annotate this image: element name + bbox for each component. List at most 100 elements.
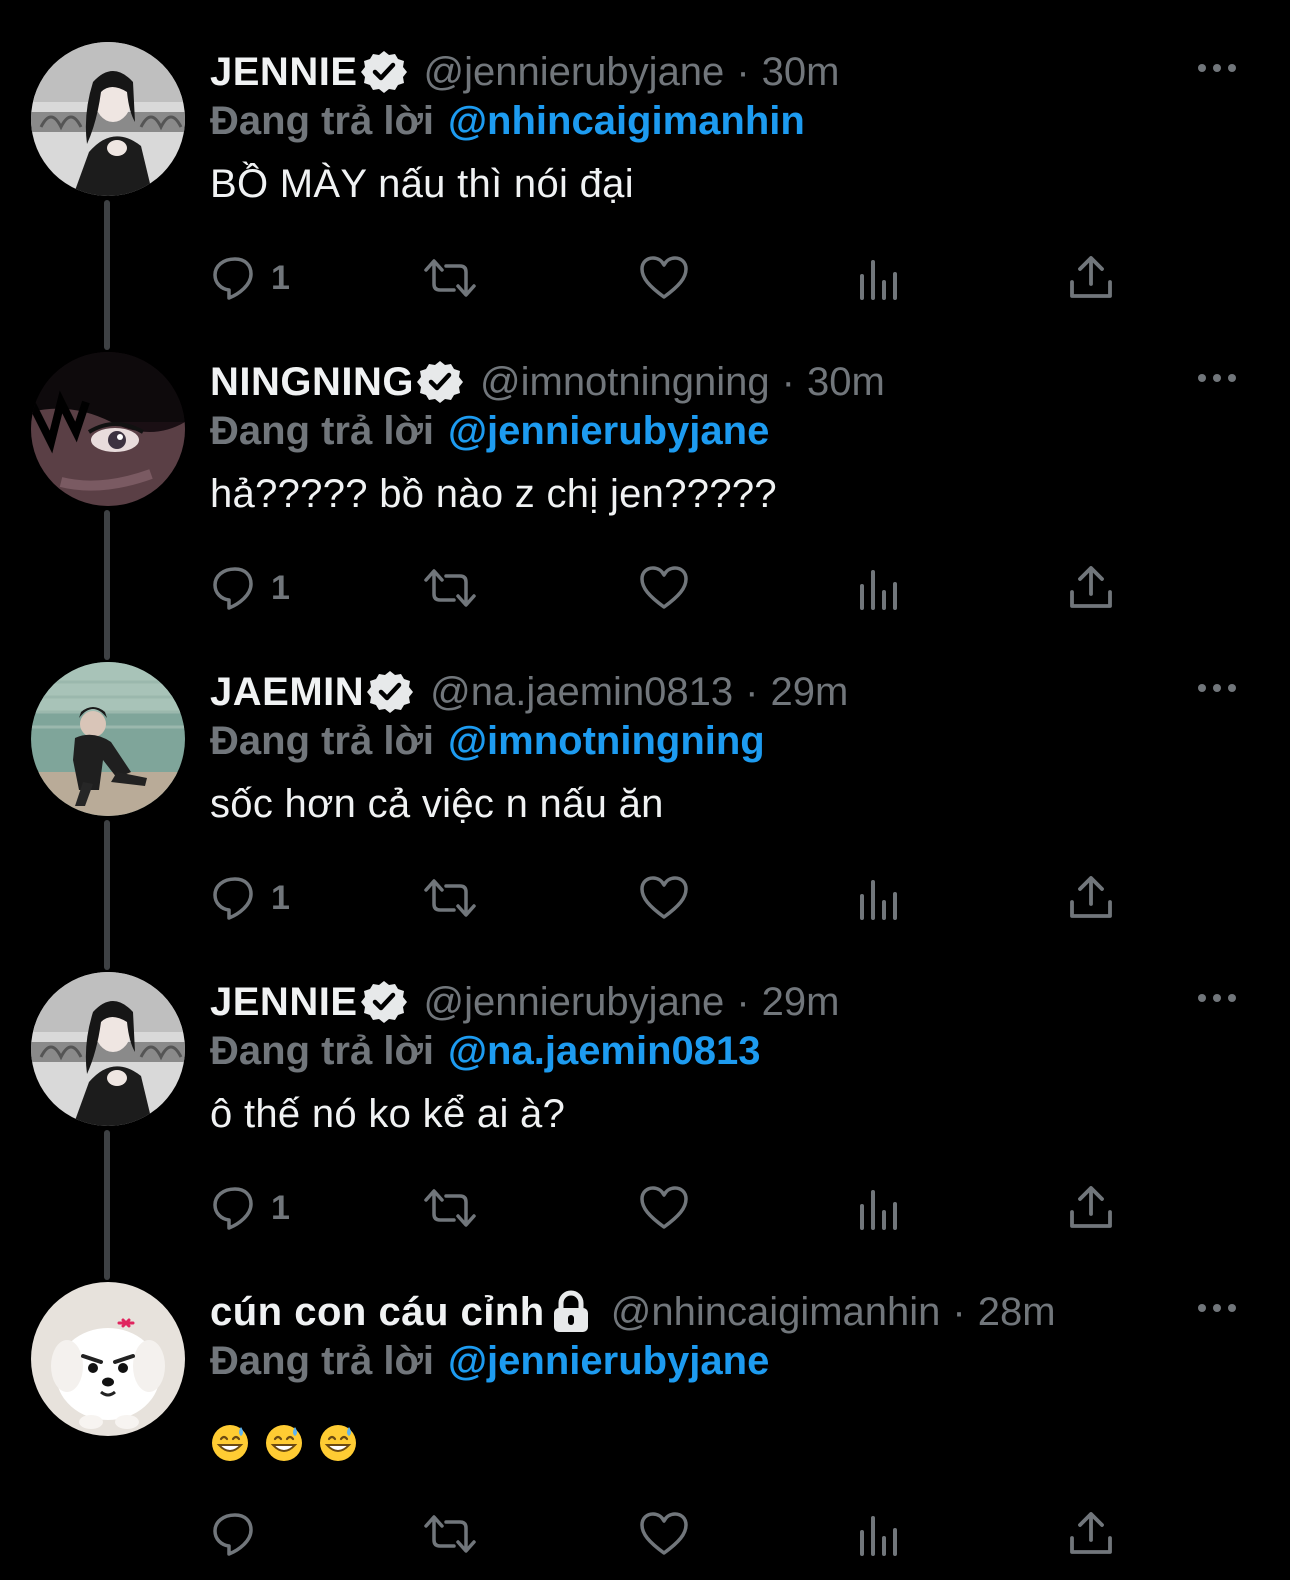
more-horizontal-icon[interactable]: [1196, 58, 1238, 78]
replying-to: Đang trả lời @imnotningning: [210, 716, 765, 766]
like-button[interactable]: [639, 1180, 689, 1236]
verified-badge-icon: [360, 51, 407, 93]
avatar-jennie[interactable]: [31, 972, 185, 1126]
user-handle[interactable]: @nhincaigimanhin: [611, 1290, 941, 1335]
reply-icon: [213, 257, 253, 300]
share-button[interactable]: [1068, 1506, 1114, 1562]
views-icon: [860, 1516, 897, 1556]
heart-icon: [640, 1186, 688, 1229]
views-button[interactable]: [856, 560, 900, 616]
user-handle[interactable]: @jennierubyjane: [424, 50, 725, 95]
more-horizontal-icon[interactable]: [1196, 368, 1238, 388]
tweet-actions: 1: [0, 870, 1290, 926]
timestamp[interactable]: 30m: [807, 360, 885, 405]
heart-icon: [640, 256, 688, 299]
reply-button[interactable]: 1: [211, 1180, 290, 1236]
tweet-header: NINGNING @imnotningning · 30m: [210, 356, 885, 408]
retweet-button[interactable]: [422, 560, 478, 616]
retweet-button[interactable]: [422, 250, 478, 306]
share-icon: [1070, 1186, 1112, 1228]
lock-icon: [553, 1290, 588, 1332]
timestamp[interactable]: 30m: [762, 50, 840, 95]
tweet-jaemin[interactable]: JAEMIN @na.jaemin0813 · 29m Đang trả lời…: [0, 620, 1290, 970]
grinning-sweat-emoji: [320, 1425, 356, 1461]
share-button[interactable]: [1068, 250, 1114, 306]
tweet-header: cún con cáu cỉnh @nhincaigimanhin · 28m: [210, 1286, 1056, 1338]
display-name[interactable]: JENNIE: [210, 50, 358, 95]
retweet-button[interactable]: [422, 1506, 478, 1562]
user-handle[interactable]: @imnotningning: [480, 360, 770, 405]
views-icon: [860, 570, 897, 610]
avatar-ningning[interactable]: [31, 352, 185, 506]
replying-to-handle[interactable]: @imnotningning: [448, 719, 765, 764]
reply-button[interactable]: [211, 1506, 259, 1562]
reply-button[interactable]: 1: [211, 560, 290, 616]
replying-to: Đang trả lời @jennierubyjane: [210, 1336, 769, 1386]
retweet-button[interactable]: [422, 1180, 478, 1236]
reply-button[interactable]: 1: [211, 870, 290, 926]
display-name[interactable]: JAEMIN: [210, 670, 364, 715]
user-handle[interactable]: @na.jaemin0813: [430, 670, 733, 715]
reply-count: 1: [271, 258, 290, 297]
timestamp[interactable]: 29m: [771, 670, 849, 715]
reply-count: 1: [271, 1188, 290, 1227]
share-icon: [1070, 876, 1112, 918]
replying-to-handle[interactable]: @nhincaigimanhin: [448, 99, 805, 144]
views-button[interactable]: [856, 250, 900, 306]
grinning-sweat-emoji: [212, 1425, 248, 1461]
share-button[interactable]: [1068, 870, 1114, 926]
verified-badge-icon: [360, 981, 407, 1023]
replying-to: Đang trả lời @na.jaemin0813: [210, 1026, 761, 1076]
timestamp[interactable]: 28m: [978, 1290, 1056, 1335]
share-icon: [1070, 566, 1112, 608]
avatar-jaemin[interactable]: [31, 662, 185, 816]
display-name[interactable]: cún con cáu cỉnh: [210, 1290, 545, 1335]
avatar-jennie[interactable]: [31, 42, 185, 196]
more-horizontal-icon[interactable]: [1196, 1298, 1238, 1318]
share-button[interactable]: [1068, 1180, 1114, 1236]
reply-icon: [213, 1513, 253, 1556]
tweet-jennie-2[interactable]: JENNIE @jennierubyjane · 29m Đang trả lờ…: [0, 930, 1290, 1280]
replying-to-label: Đang trả lời: [210, 408, 435, 453]
verified-badge-icon: [417, 361, 463, 403]
replying-to-handle[interactable]: @jennierubyjane: [448, 409, 769, 454]
display-name[interactable]: NINGNING: [210, 360, 414, 405]
tweet-ningning[interactable]: NINGNING @imnotningning · 30m Đang trả l…: [0, 310, 1290, 660]
views-button[interactable]: [856, 1180, 900, 1236]
more-horizontal-icon[interactable]: [1196, 678, 1238, 698]
tweet-header: JENNIE @jennierubyjane · 29m: [210, 976, 839, 1028]
separator-dot: ·: [745, 669, 759, 714]
replying-to: Đang trả lời @nhincaigimanhin: [210, 96, 805, 146]
timestamp[interactable]: 29m: [762, 980, 840, 1025]
like-button[interactable]: [639, 870, 689, 926]
like-button[interactable]: [639, 560, 689, 616]
views-button[interactable]: [856, 870, 900, 926]
retweet-icon: [424, 259, 476, 297]
display-name[interactable]: JENNIE: [210, 980, 358, 1025]
reply-thread: JENNIE @jennierubyjane · 30m Đang trả lờ…: [0, 0, 1290, 1580]
heart-icon: [640, 566, 688, 609]
tweet-text: BỒ MÀY nấu thì nói đại: [210, 162, 634, 206]
replying-to-label: Đang trả lời: [210, 98, 435, 143]
like-button[interactable]: [639, 250, 689, 306]
views-icon: [860, 880, 897, 920]
tweet-jennie-1[interactable]: JENNIE @jennierubyjane · 30m Đang trả lờ…: [0, 0, 1290, 350]
more-horizontal-icon[interactable]: [1196, 988, 1238, 1008]
tweet-nhincaigimanhin[interactable]: cún con cáu cỉnh @nhincaigimanhin · 28m …: [0, 1240, 1290, 1556]
replying-to-handle[interactable]: @na.jaemin0813: [448, 1029, 761, 1074]
views-button[interactable]: [856, 1506, 900, 1562]
share-button[interactable]: [1068, 560, 1114, 616]
avatar-puppy[interactable]: [31, 1282, 185, 1436]
user-handle[interactable]: @jennierubyjane: [424, 980, 725, 1025]
views-icon: [860, 260, 897, 300]
tweet-actions: 1: [0, 1180, 1290, 1236]
retweet-button[interactable]: [422, 870, 478, 926]
tweet-header: JENNIE @jennierubyjane · 30m: [210, 46, 839, 98]
retweet-icon: [424, 569, 476, 607]
replying-to-handle[interactable]: @jennierubyjane: [448, 1339, 769, 1384]
like-button[interactable]: [639, 1506, 689, 1562]
tweet-text: hả????? bồ nào z chị jen?????: [210, 472, 777, 516]
replying-to-label: Đang trả lời: [210, 718, 435, 763]
grinning-sweat-emoji: [266, 1425, 302, 1461]
reply-button[interactable]: 1: [211, 250, 290, 306]
